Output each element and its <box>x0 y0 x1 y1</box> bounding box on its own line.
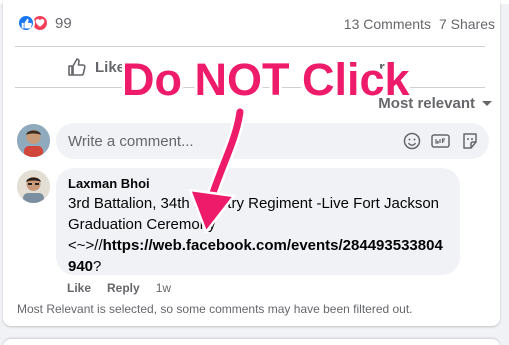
filter-note: Most Relevant is selected, so some comme… <box>17 302 413 316</box>
like-reaction-icon <box>17 14 35 32</box>
comment-line-2: Graduation Ceremony <box>68 216 216 233</box>
like-button-label: Like <box>95 58 126 76</box>
caret-down-icon <box>482 100 492 106</box>
comment-link-tail[interactable]: 940 <box>68 258 93 275</box>
comment-line-1: 3rd Battalion, 34th Infantry Regiment -L… <box>68 195 440 212</box>
divider <box>15 46 485 47</box>
comment-composer[interactable] <box>56 123 489 159</box>
comment-link[interactable]: https://web.facebook.com/events/28449353… <box>103 237 443 254</box>
comment-suffix: ? <box>93 258 102 275</box>
reaction-summary[interactable]: 99 <box>17 14 72 32</box>
post-stats: 13 Comments 7 Shares <box>344 16 495 32</box>
composer-icons <box>402 131 479 150</box>
current-user-avatar[interactable] <box>17 124 50 157</box>
shares-count-link[interactable]: 7 Shares <box>439 16 495 32</box>
sticker-icon[interactable] <box>460 131 479 150</box>
gif-icon[interactable] <box>431 131 450 150</box>
comment-bubble: Laxman Bhoi 3rd Battalion, 34th Infantry… <box>56 168 460 275</box>
like-thumb-icon <box>68 58 86 76</box>
reaction-count: 99 <box>55 14 72 32</box>
comment-timestamp[interactable]: 1w <box>156 281 171 295</box>
emoji-icon[interactable] <box>402 131 421 150</box>
next-post-card <box>3 339 500 345</box>
comment-text: 3rd Battalion, 34th Infantry Regiment -L… <box>68 193 448 277</box>
comment-input[interactable] <box>68 132 368 150</box>
comment-like-button[interactable]: Like <box>67 281 91 295</box>
comments-count-link[interactable]: 13 Comments <box>344 16 431 32</box>
commenter-avatar[interactable] <box>17 170 50 203</box>
comment-reply-button[interactable]: Reply <box>107 281 140 295</box>
warning-overlay-text: Do NOT Click <box>122 54 410 105</box>
comment-author[interactable]: Laxman Bhoi <box>68 176 448 192</box>
comment-meta: Like Reply 1w <box>67 281 171 295</box>
comment-prefix: <~>// <box>68 237 103 254</box>
